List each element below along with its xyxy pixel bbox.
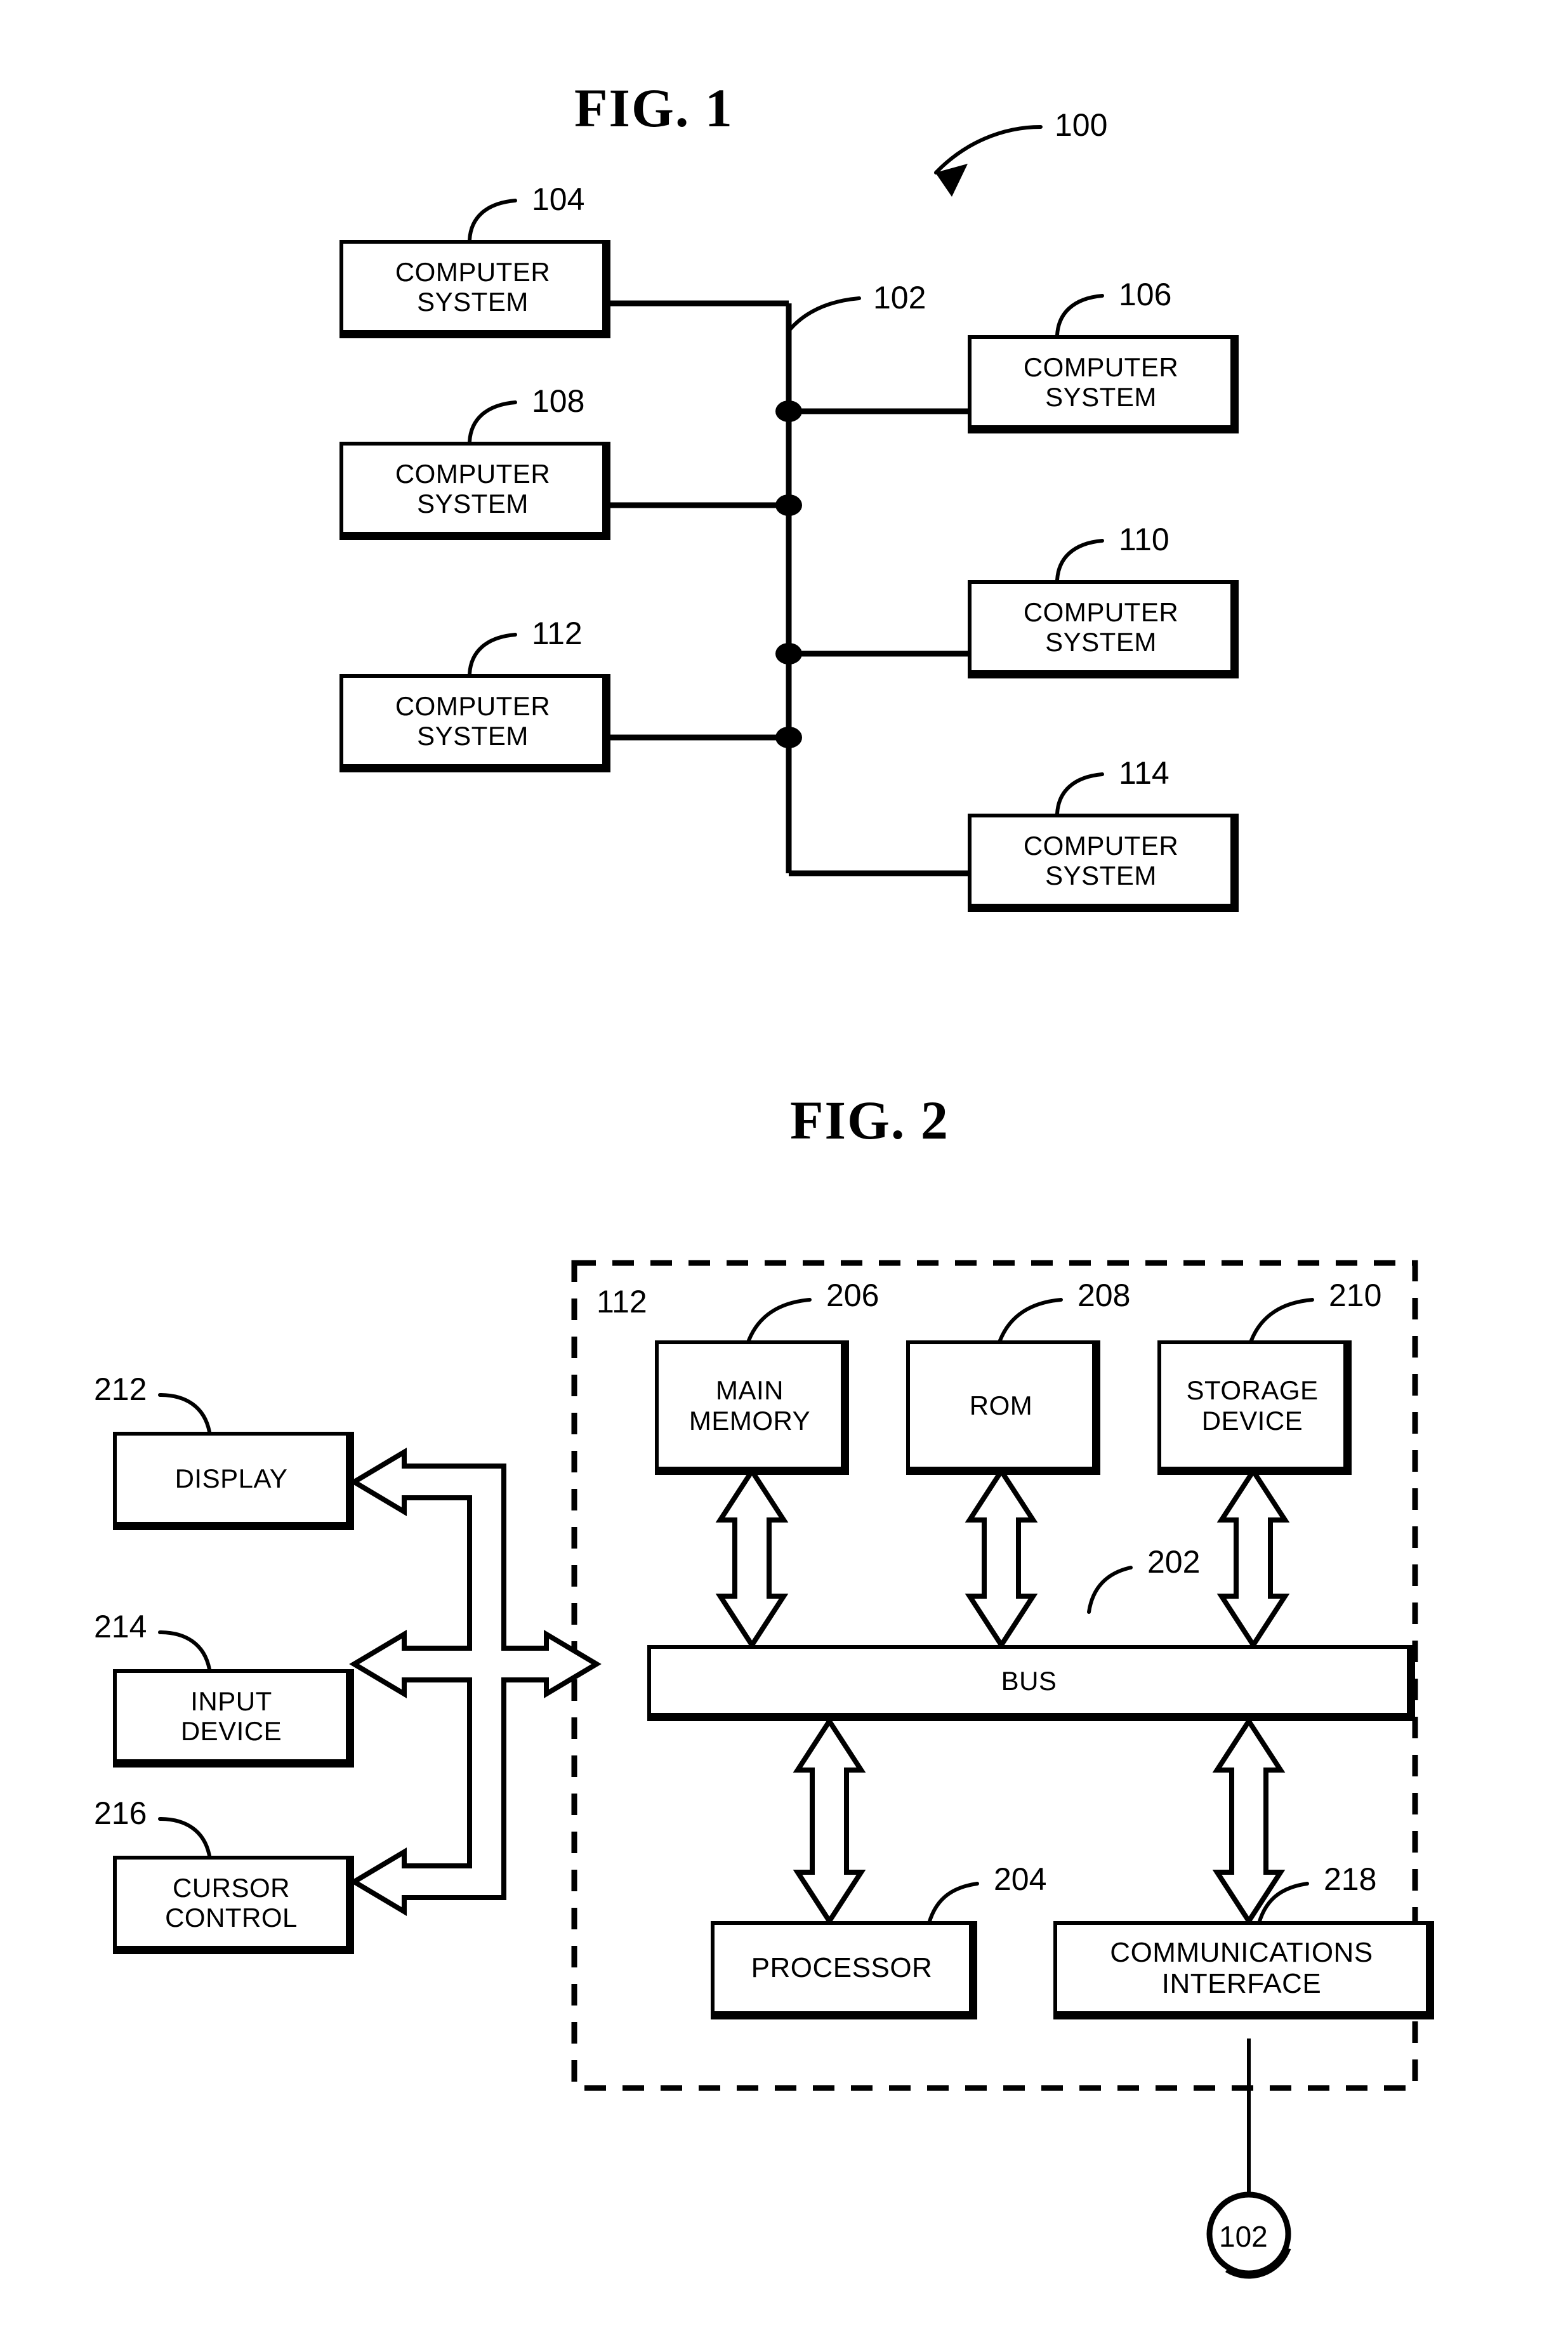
ref-label-110: 110 <box>1119 522 1169 557</box>
communications-interface-box: COMMUNICATIONS INTERFACE <box>1053 1921 1434 2019</box>
ref-label-108: 108 <box>532 383 585 419</box>
storage-device-box: STORAGE DEVICE <box>1157 1340 1352 1475</box>
input-device-line1: INPUT <box>190 1686 272 1716</box>
ref-label-206: 206 <box>826 1278 880 1313</box>
processor-box: PROCESSOR <box>711 1921 977 2019</box>
leader-210 <box>1249 1298 1314 1342</box>
computer-system-108: COMPUTER SYSTEM <box>339 442 610 540</box>
arrow-storage-bus <box>1216 1466 1290 1650</box>
leader-212 <box>158 1393 211 1434</box>
ref-label-210: 210 <box>1329 1278 1382 1313</box>
computer-system-108-line1: COMPUTER <box>395 458 551 489</box>
leader-202 <box>1087 1566 1133 1614</box>
arrow-main-memory-bus <box>715 1466 789 1650</box>
ref-label-214: 214 <box>94 1609 147 1644</box>
leader-108 <box>468 400 517 444</box>
leader-112 <box>468 633 517 676</box>
computer-system-112: COMPUTER SYSTEM <box>339 674 610 772</box>
rom-box: ROM <box>906 1340 1100 1475</box>
computer-system-108-line2: SYSTEM <box>417 489 529 519</box>
junction-dot-106 <box>775 400 802 422</box>
display-box: DISPLAY <box>113 1432 354 1530</box>
computer-system-114: COMPUTER SYSTEM <box>968 814 1239 912</box>
ref-label-204: 204 <box>994 1861 1047 1897</box>
leader-102 <box>787 296 861 332</box>
communications-interface-line2: INTERFACE <box>1161 1968 1322 1999</box>
ref-label-102: 102 <box>873 280 926 315</box>
input-device-box: INPUT DEVICE <box>113 1669 354 1768</box>
ref-label-208: 208 <box>1077 1278 1131 1313</box>
computer-system-110: COMPUTER SYSTEM <box>968 580 1239 678</box>
leader-104 <box>468 199 517 242</box>
processor-line1: PROCESSOR <box>751 1952 933 1984</box>
network-node-label: 102 <box>1219 2220 1268 2253</box>
junction-dot-108 <box>775 494 802 516</box>
computer-system-114-line1: COMPUTER <box>1023 830 1179 861</box>
rom-line1: ROM <box>969 1390 1033 1420</box>
leader-214 <box>158 1630 211 1671</box>
computer-system-104-line2: SYSTEM <box>417 287 529 317</box>
system-callout-curve <box>934 125 1043 175</box>
bus-label: BUS <box>1001 1665 1057 1696</box>
ref-label-100: 100 <box>1055 107 1108 143</box>
storage-device-line1: STORAGE <box>1186 1375 1319 1406</box>
ref-label-112-fig1: 112 <box>532 616 583 651</box>
computer-system-110-line2: SYSTEM <box>1045 627 1157 657</box>
main-memory-line1: MAIN <box>716 1375 784 1406</box>
arrow-bus-processor <box>793 1716 866 1926</box>
leader-114 <box>1055 772 1104 816</box>
bus-box: BUS <box>647 1645 1415 1721</box>
arrow-rom-bus <box>965 1466 1038 1650</box>
ref-label-212: 212 <box>94 1371 147 1407</box>
junction-dot-110 <box>775 643 802 664</box>
computer-system-106: COMPUTER SYSTEM <box>968 335 1239 433</box>
system-callout-arrowhead <box>935 164 968 197</box>
computer-system-112-line2: SYSTEM <box>417 721 529 751</box>
computer-system-104-line1: COMPUTER <box>395 256 551 287</box>
patent-figure-page: FIG. 1 100 102 104 COMPUTER SYSTEM 106 C… <box>0 0 1568 2326</box>
ref-label-112-fig2: 112 <box>596 1284 647 1319</box>
cursor-control-box: CURSOR CONTROL <box>113 1856 354 1954</box>
input-device-line2: DEVICE <box>180 1716 282 1746</box>
computer-system-104: COMPUTER SYSTEM <box>339 240 610 338</box>
computer-system-106-line1: COMPUTER <box>1023 352 1179 382</box>
junction-dot-112 <box>775 727 802 748</box>
computer-system-106-line2: SYSTEM <box>1045 382 1157 412</box>
ref-label-114: 114 <box>1119 755 1169 791</box>
leader-206 <box>747 1298 812 1342</box>
cursor-control-line2: CONTROL <box>165 1903 298 1933</box>
leader-216 <box>158 1817 211 1858</box>
cursor-control-line1: CURSOR <box>172 1872 290 1903</box>
main-memory-box: MAIN MEMORY <box>655 1340 849 1475</box>
storage-device-line2: DEVICE <box>1201 1405 1303 1436</box>
figure-1-title: FIG. 1 <box>574 77 734 138</box>
ref-label-218: 218 <box>1324 1861 1377 1897</box>
communications-interface-line1: COMMUNICATIONS <box>1110 1936 1373 1968</box>
ref-label-202: 202 <box>1147 1544 1201 1580</box>
computer-system-112-line1: COMPUTER <box>395 691 551 721</box>
ref-label-106: 106 <box>1119 277 1172 312</box>
computer-system-114-line2: SYSTEM <box>1045 861 1157 890</box>
arrow-peripherals-bus <box>349 1447 602 1917</box>
display-line1: DISPLAY <box>175 1464 288 1494</box>
leader-110 <box>1055 539 1104 582</box>
leader-208 <box>998 1298 1063 1342</box>
ref-label-104: 104 <box>532 182 585 217</box>
arrow-bus-comm-interface <box>1212 1716 1286 1926</box>
leader-106 <box>1055 294 1104 337</box>
computer-system-110-line1: COMPUTER <box>1023 597 1179 627</box>
main-memory-line2: MEMORY <box>688 1405 811 1436</box>
ref-label-216: 216 <box>94 1795 147 1831</box>
figure-2-title: FIG. 2 <box>790 1090 949 1151</box>
